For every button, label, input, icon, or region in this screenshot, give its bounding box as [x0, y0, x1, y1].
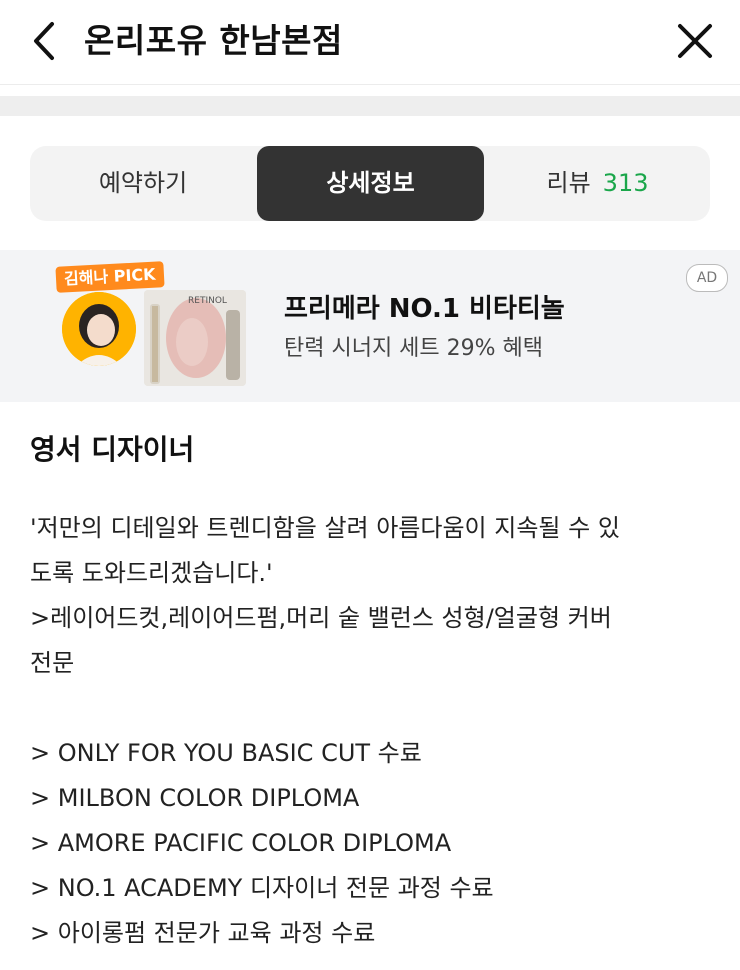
description-line: >레이어드컷,레이어드펌,머리 숱 밸런스 성형/얼굴형 커버	[30, 604, 612, 632]
designer-name: 영서 디자이너	[30, 433, 195, 466]
tab-review[interactable]: 리뷰 313	[485, 146, 710, 221]
svg-text:RETINOL: RETINOL	[188, 296, 227, 306]
section-divider	[0, 96, 740, 116]
ad-title: 프리메라 NO.1 비타티놀	[284, 294, 565, 324]
close-button[interactable]	[672, 18, 718, 64]
page-title: 온리포유 한남본점	[84, 21, 343, 60]
description-line: > 아이롱펌 전문가 교육 과정 수료	[30, 919, 376, 947]
description-line: 도록 도와드리겠습니다.'	[30, 559, 273, 587]
review-count: 313	[602, 169, 649, 197]
description-line: > ONLY FOR YOU BASIC CUT 수료	[30, 739, 422, 767]
tab-reserve-label: 예약하기	[98, 169, 188, 197]
ad-badge: AD	[686, 264, 728, 292]
avatar	[62, 292, 136, 366]
close-icon	[678, 24, 712, 58]
description-line: '저만의 디테일와 트렌디함을 살려 아름다움이 지속될 수 있	[30, 514, 620, 542]
description-line: 전문	[30, 649, 75, 677]
top-bar: 온리포유 한남본점	[0, 0, 740, 85]
person-photo-icon	[62, 292, 136, 366]
description-line: > MILBON COLOR DIPLOMA	[30, 784, 360, 812]
tab-reserve[interactable]: 예약하기	[30, 146, 256, 221]
chevron-left-icon	[34, 22, 54, 60]
product-image: RETINOL	[144, 290, 246, 386]
designer-description: '저만의 디테일와 트렌디함을 살려 아름다움이 지속될 수 있 도록 도와드리…	[30, 506, 710, 956]
tab-bar: 예약하기 상세정보 리뷰 313	[30, 146, 710, 221]
tab-detail[interactable]: 상세정보	[257, 146, 484, 221]
tab-review-label: 리뷰	[546, 169, 591, 197]
back-button[interactable]	[22, 18, 68, 64]
ad-subtitle: 탄력 시너지 세트 29% 혜택	[284, 336, 544, 361]
tab-detail-label: 상세정보	[326, 169, 415, 197]
product-box-icon: RETINOL	[144, 290, 246, 386]
description-line: > NO.1 ACADEMY 디자이너 전문 과정 수료	[30, 874, 494, 902]
description-line: > AMORE PACIFIC COLOR DIPLOMA	[30, 829, 452, 857]
